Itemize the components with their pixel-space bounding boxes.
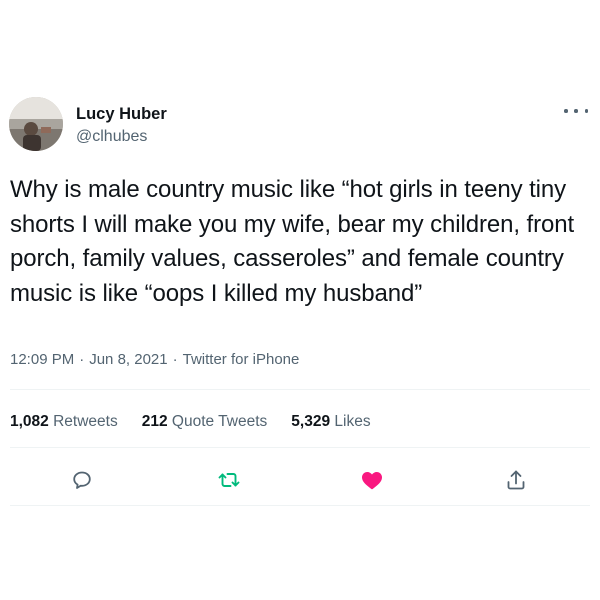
divider xyxy=(10,505,590,506)
tweet-time[interactable]: 12:09 PM xyxy=(10,351,74,368)
tweet-text: Why is male country music like “hot girl… xyxy=(10,176,575,307)
reply-button[interactable] xyxy=(64,462,100,498)
share-button[interactable] xyxy=(498,462,534,498)
divider xyxy=(10,447,590,448)
author-name[interactable]: Lucy Huber xyxy=(76,104,167,124)
author-handle[interactable]: @clhubes xyxy=(76,127,147,147)
avatar-image xyxy=(9,97,63,151)
likes-count: 5,329 xyxy=(291,413,331,430)
likes-label: Likes xyxy=(334,413,371,430)
tweet-card: Lucy Huber @clhubes Why is male country … xyxy=(0,0,600,600)
tweet-date[interactable]: Jun 8, 2021 xyxy=(89,351,167,368)
quote-tweets-count: 212 xyxy=(141,413,168,430)
meta-separator: · xyxy=(79,351,85,368)
retweets-label: Retweets xyxy=(53,413,118,430)
tweet-source[interactable]: Twitter for iPhone xyxy=(183,351,300,368)
retweet-button[interactable] xyxy=(211,462,247,498)
retweet-arrows-icon xyxy=(218,473,240,487)
quote-tweets-label: Quote Tweets xyxy=(171,413,268,430)
more-dot xyxy=(564,109,568,113)
tweet-actions xyxy=(0,462,600,498)
tweet-meta: 12:09 PM · Jun 8, 2021 · Twitter for iPhone xyxy=(10,350,299,370)
divider xyxy=(10,389,590,390)
share-upload-icon xyxy=(507,470,525,490)
meta-separator: · xyxy=(172,351,178,368)
avatar[interactable] xyxy=(9,97,63,151)
more-options-icon[interactable] xyxy=(564,104,588,118)
retweets-count: 1,082 xyxy=(10,413,49,430)
more-dot xyxy=(574,109,578,113)
reply-bubble-icon xyxy=(73,471,91,489)
more-dot xyxy=(584,109,588,113)
retweets-stat[interactable]: 1,082 Retweets xyxy=(10,412,118,432)
heart-filled-icon xyxy=(362,472,382,490)
tweet-stats: 1,082 Retweets 212 Quote Tweets 5,329 Li… xyxy=(10,412,395,432)
like-button[interactable] xyxy=(354,462,390,498)
likes-stat[interactable]: 5,329 Likes xyxy=(291,412,370,432)
quote-tweets-stat[interactable]: 212 Quote Tweets xyxy=(142,412,268,432)
